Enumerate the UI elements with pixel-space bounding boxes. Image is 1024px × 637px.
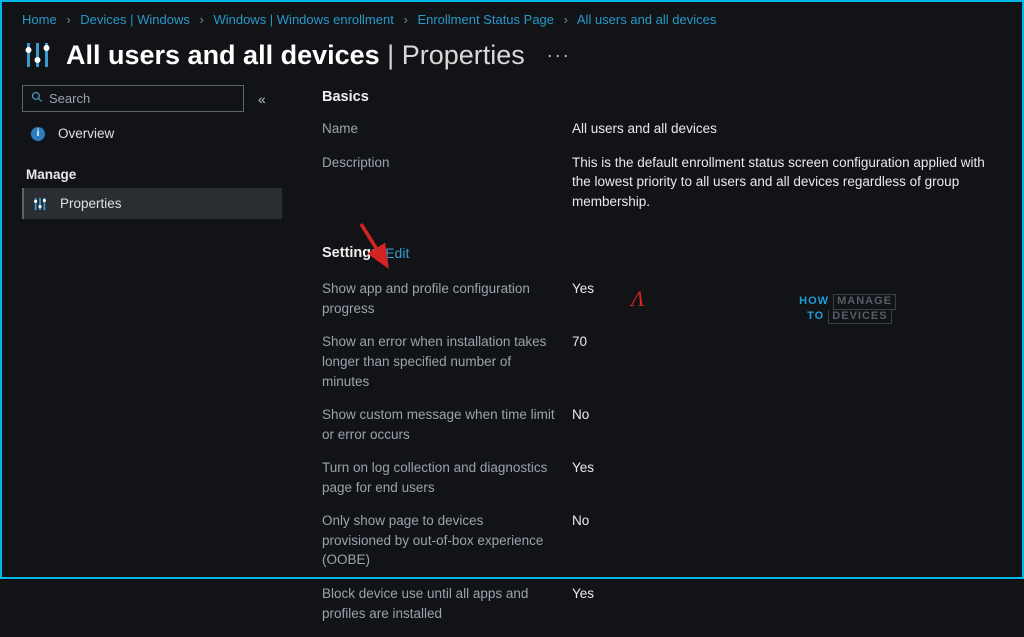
setting-label: Show app and profile configuration progr… <box>322 279 572 318</box>
search-icon <box>31 91 43 106</box>
basics-heading: Basics <box>322 89 1002 105</box>
main-pane: Basics Name All users and all devices De… <box>282 85 1002 637</box>
crumb-home[interactable]: Home <box>22 12 57 27</box>
info-icon: i <box>28 127 48 141</box>
setting-value: Yes <box>572 279 1002 318</box>
page-title: All users and all devices | Properties <box>66 40 525 71</box>
breadcrumb: Home › Devices | Windows › Windows | Win… <box>2 2 1022 31</box>
setting-label: Turn on log collection and diagnostics p… <box>322 458 572 497</box>
nav-properties[interactable]: Properties <box>22 188 282 219</box>
more-icon[interactable]: ··· <box>547 45 571 66</box>
nav-overview-label: Overview <box>58 126 114 141</box>
crumb-devices[interactable]: Devices | Windows <box>80 12 190 27</box>
setting-label: Only show page to devices provisioned by… <box>322 511 572 570</box>
properties-icon <box>30 197 50 211</box>
collapse-icon[interactable]: « <box>258 91 266 107</box>
setting-label: Show an error when installation takes lo… <box>322 332 572 391</box>
chevron-right-icon: › <box>66 12 70 27</box>
page-header: All users and all devices | Properties ·… <box>2 31 1022 85</box>
crumb-esp[interactable]: Enrollment Status Page <box>417 12 554 27</box>
edit-link[interactable]: Edit <box>385 245 409 261</box>
settings-heading: Settings Edit <box>322 245 1002 261</box>
search-input[interactable]: Search <box>22 85 244 112</box>
setting-value: No <box>572 511 1002 570</box>
setting-value: Yes <box>572 584 1002 623</box>
description-label: Description <box>322 153 572 212</box>
setting-label: Show custom message when time limit or e… <box>322 405 572 444</box>
name-label: Name <box>322 119 572 139</box>
sidebar: Search « i Overview Manage Properties <box>22 85 282 637</box>
crumb-enrollment[interactable]: Windows | Windows enrollment <box>213 12 393 27</box>
name-value: All users and all devices <box>572 119 1002 139</box>
setting-value: No <box>572 405 1002 444</box>
crumb-current[interactable]: All users and all devices <box>577 12 716 27</box>
setting-label: Block device use until all apps and prof… <box>322 584 572 623</box>
search-placeholder: Search <box>49 91 90 106</box>
section-manage: Manage <box>26 167 282 182</box>
nav-overview[interactable]: i Overview <box>22 118 282 149</box>
setting-value: Yes <box>572 458 1002 497</box>
chevron-right-icon: › <box>199 12 203 27</box>
nav-properties-label: Properties <box>60 196 122 211</box>
adjust-icon <box>22 39 54 71</box>
description-value: This is the default enrollment status sc… <box>572 153 1002 212</box>
setting-value: 70 <box>572 332 1002 391</box>
chevron-right-icon: › <box>564 12 568 27</box>
chevron-right-icon: › <box>403 12 407 27</box>
